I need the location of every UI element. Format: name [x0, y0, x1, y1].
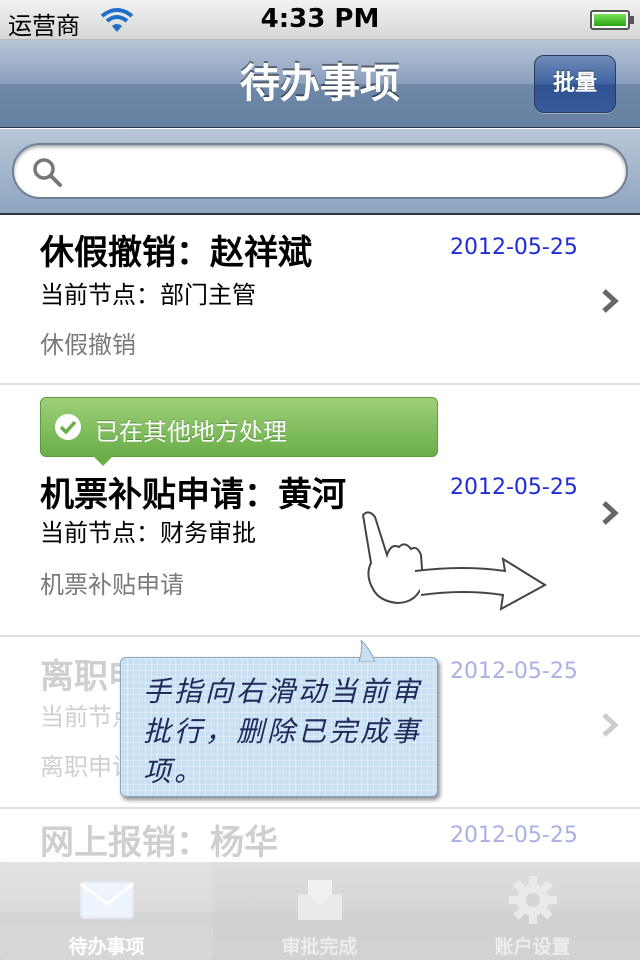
- tab-label: 账户设置: [494, 936, 571, 958]
- status-bar: 运营商 4:33 PM: [0, 0, 640, 40]
- list-item[interactable]: 休假撤销：赵祥斌 2012-05-25 当前节点：部门主管 休假撤销: [0, 217, 640, 385]
- tab-bar: 待办事项 审批完成 账户设置: [0, 862, 640, 960]
- search-input[interactable]: [70, 155, 610, 189]
- item-title: 网上报销：杨华: [40, 823, 278, 862]
- item-title: 休假撤销：赵祥斌: [40, 233, 312, 273]
- clock: 4:33 PM: [260, 4, 380, 34]
- item-date: 2012-05-25: [450, 475, 578, 500]
- list-item[interactable]: 已在其他地方处理 机票补贴申请：黄河 2012-05-25 当前节点：财务审批 …: [0, 387, 640, 637]
- battery-icon: [590, 10, 634, 30]
- navigation-bar: 待办事项 批量: [0, 40, 640, 128]
- list-item[interactable]: 网上报销：杨华 2012-05-25: [0, 811, 640, 862]
- tip-tail: [358, 640, 376, 662]
- swipe-tip-note: 手指向右滑动当前审批行，删除已完成事项。: [120, 640, 438, 797]
- check-circle-icon: [55, 414, 81, 440]
- tray-icon: [298, 880, 342, 920]
- item-title: 机票补贴申请：黄河: [40, 475, 346, 515]
- swipe-hand-icon: [361, 511, 547, 611]
- item-type: 机票补贴申请: [40, 571, 184, 599]
- tab-label: 审批完成: [281, 936, 358, 958]
- search-bar: [0, 129, 640, 215]
- item-node: 当前节点：财务审批: [40, 519, 256, 547]
- search-icon: [33, 158, 62, 187]
- tab-approved[interactable]: 审批完成: [213, 862, 426, 960]
- item-node: 当前节点：部门主管: [40, 281, 256, 309]
- chevron-right-icon: [602, 501, 619, 525]
- item-type: 休假撤销: [40, 331, 136, 359]
- tab-settings[interactable]: 账户设置: [426, 862, 639, 960]
- item-date: 2012-05-25: [450, 823, 578, 848]
- gear-icon: [509, 876, 557, 924]
- badge-text: 已在其他地方处理: [95, 418, 287, 446]
- batch-button[interactable]: 批量: [534, 55, 616, 113]
- item-date: 2012-05-25: [450, 235, 578, 260]
- tab-todo[interactable]: 待办事项: [0, 862, 213, 960]
- search-field[interactable]: [12, 143, 628, 199]
- chevron-right-icon: [602, 289, 619, 313]
- tab-label: 待办事项: [68, 936, 145, 958]
- item-date: 2012-05-25: [450, 659, 578, 684]
- tip-text: 手指向右滑动当前审批行，删除已完成事项。: [143, 675, 423, 788]
- envelope-icon: [80, 881, 134, 919]
- processed-badge: 已在其他地方处理: [40, 397, 438, 466]
- chevron-right-icon: [602, 713, 619, 737]
